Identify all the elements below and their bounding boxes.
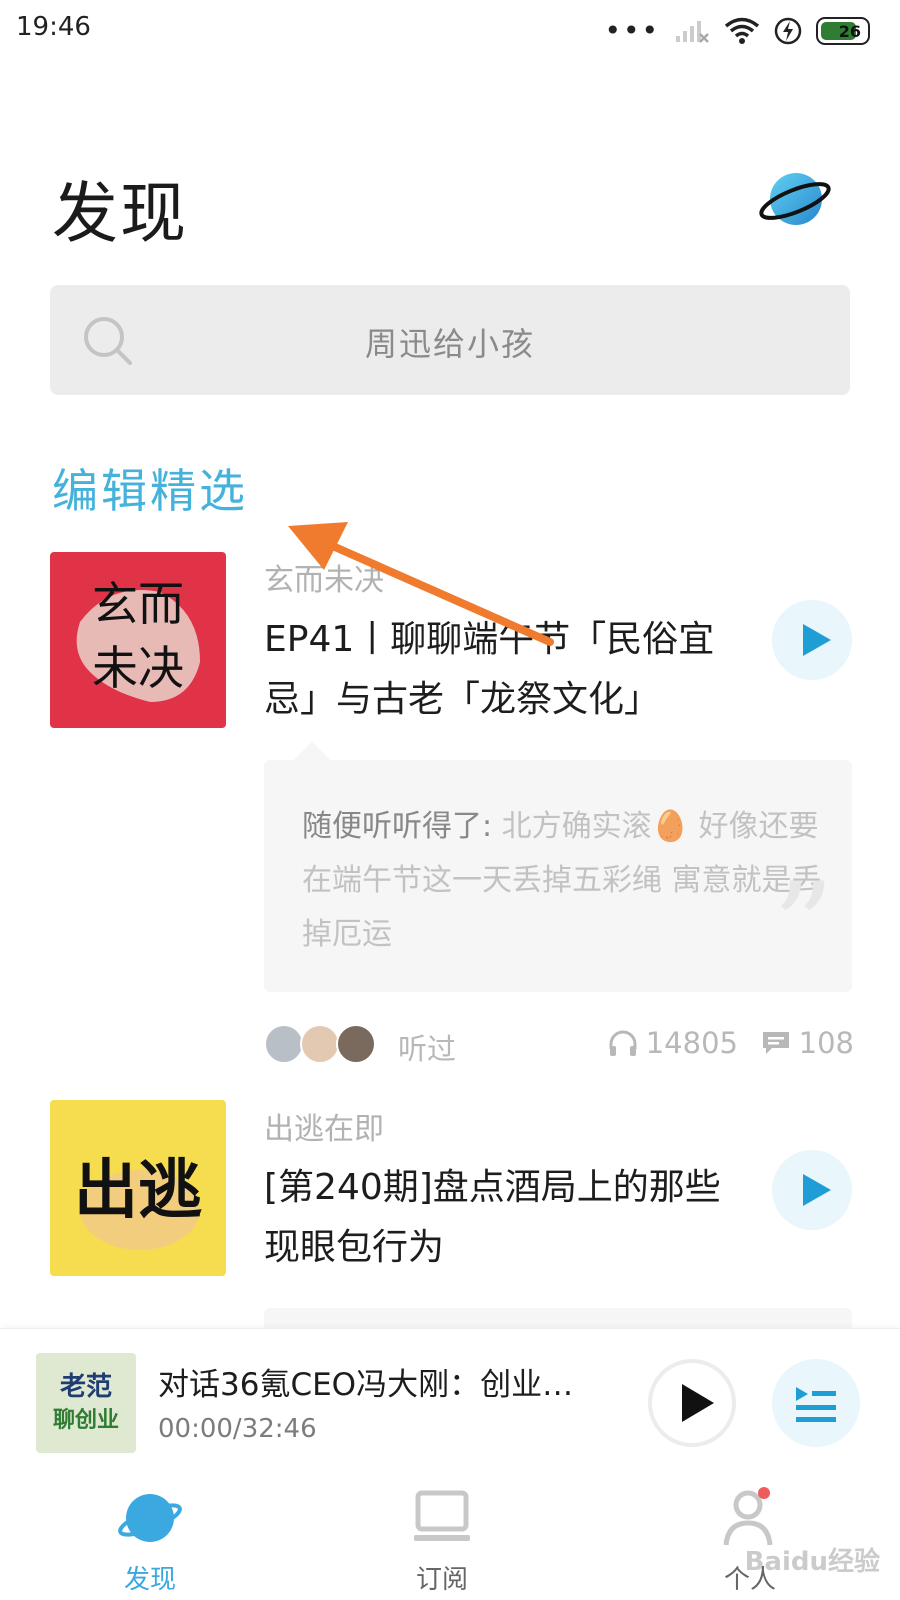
play-count-value: 14805 — [645, 1026, 738, 1060]
wifi-icon — [724, 17, 760, 44]
battery-level: 26 — [838, 21, 861, 41]
quote-icon: ” — [772, 858, 834, 997]
comment-body: 随便听听得了: 北方确实滚🥚 好像还要在端午节这一天丢掉五彩绳 寓意就是丢掉厄运 — [302, 800, 822, 962]
tab-subscribe[interactable]: 订阅 — [352, 1473, 532, 1600]
annotation-arrow — [288, 522, 554, 646]
tab-label: 订阅 — [415, 1565, 468, 1595]
cover-art: 玄而 未决 — [76, 577, 200, 702]
status-time: 19:46 — [16, 12, 91, 42]
planet-icon[interactable] — [758, 168, 832, 230]
tab-label: 发现 — [123, 1565, 176, 1595]
tab-discover[interactable]: 发现 — [60, 1473, 240, 1600]
player-play-button[interactable] — [648, 1359, 736, 1447]
play-icon — [803, 1174, 831, 1206]
play-count: 14805 — [608, 1026, 738, 1060]
comment-user: 随便听听得了: — [302, 809, 493, 844]
planet-icon — [118, 1494, 182, 1542]
signal-icon — [676, 21, 709, 43]
section-title-editor-picks: 编辑精选 — [52, 464, 248, 518]
play-icon — [803, 624, 831, 656]
now-playing-title[interactable]: 对话36氪CEO冯大刚：创业者... — [158, 1359, 598, 1404]
cover-title-line1: 玄而 — [92, 577, 184, 631]
play-icon — [682, 1384, 714, 1422]
page-title: 发现 — [52, 175, 188, 252]
user-icon — [723, 1487, 773, 1546]
cover-title-line2: 未决 — [92, 641, 184, 695]
play-button[interactable] — [772, 1150, 852, 1230]
featured-comment[interactable]: 随便听听得了: 北方确实滚🥚 好像还要在端午节这一天丢掉五彩绳 寓意就是丢掉厄运… — [264, 742, 852, 997]
podcast-name[interactable]: 出逃在即 — [264, 1104, 384, 1148]
episode-title[interactable]: [第240期]盘点酒局上的那些现眼包行为 — [264, 1158, 724, 1278]
mini-player[interactable]: 老范 聊创业 对话36氪CEO冯大刚：创业者... 00:00/32:46 — [0, 1328, 900, 1473]
now-playing-cover[interactable]: 老范 聊创业 — [36, 1353, 136, 1453]
cover-art: 老范 聊创业 — [53, 1372, 119, 1433]
notification-dot — [758, 1487, 770, 1499]
status-bar: 19:46 ••• 26 — [0, 0, 900, 64]
comment-count-value: 108 — [798, 1026, 854, 1060]
charging-icon — [774, 17, 802, 45]
monitor-icon — [414, 1490, 470, 1541]
comment-count[interactable]: 108 — [761, 1026, 854, 1060]
playlist-button[interactable] — [772, 1359, 860, 1447]
search-bar[interactable]: 周迅给小孩 — [50, 285, 850, 395]
listened-label: 听过 — [398, 1032, 457, 1066]
featured-comment[interactable] — [264, 1308, 852, 1328]
now-playing-time: 00:00/32:46 — [158, 1414, 317, 1444]
headphones-icon — [609, 1030, 637, 1056]
search-placeholder: 周迅给小孩 — [364, 325, 535, 363]
status-icons: ••• 26 — [604, 14, 870, 48]
play-button[interactable] — [772, 600, 852, 680]
episode-cover[interactable]: 出逃 — [50, 1100, 226, 1276]
bottom-tab-bar: 发现 订阅 个人 — [0, 1473, 900, 1600]
episode-stats: 听过 14805 108 — [264, 1020, 854, 1070]
cover-title-line1: 老范 — [60, 1372, 112, 1402]
watermark: Baidu经验 — [744, 1547, 880, 1577]
more-dots-icon: ••• — [604, 14, 660, 47]
avatar[interactable] — [264, 1024, 304, 1064]
avatar[interactable] — [300, 1024, 340, 1064]
tab-profile[interactable]: 个人 — [660, 1473, 840, 1600]
avatar[interactable] — [336, 1024, 376, 1064]
playlist-icon — [796, 1387, 836, 1422]
episode-cover[interactable]: 玄而 未决 — [50, 552, 226, 728]
battery-icon: 26 — [816, 17, 870, 45]
cover-art: 出逃 — [74, 1154, 202, 1250]
comment-icon — [762, 1032, 789, 1054]
cover-title-line2: 聊创业 — [53, 1408, 119, 1433]
cover-title: 出逃 — [74, 1154, 202, 1228]
